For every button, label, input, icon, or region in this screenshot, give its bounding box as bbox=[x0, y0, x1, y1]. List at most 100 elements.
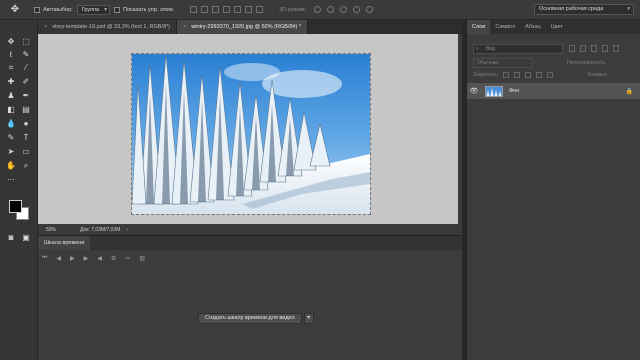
close-icon[interactable]: × bbox=[44, 24, 47, 30]
play-icon[interactable]: ▶ bbox=[70, 255, 75, 262]
drag3d-icon[interactable] bbox=[340, 6, 348, 13]
create-timeline-group: Создать шкалу времени для видео ▾ bbox=[198, 313, 314, 324]
align-top-icon[interactable] bbox=[223, 6, 231, 13]
scale3d-icon[interactable] bbox=[366, 6, 374, 13]
create-video-timeline-button[interactable]: Создать шкалу времени для видео bbox=[198, 313, 302, 324]
timeline-tab-bar: Шкала времени bbox=[38, 236, 462, 250]
autoselect-checkbox[interactable]: Автовыбор: bbox=[34, 6, 73, 13]
marquee-icon[interactable]: ⬚ bbox=[20, 36, 32, 47]
autoselect-dropdown[interactable]: Группа bbox=[76, 4, 111, 15]
transition-icon[interactable]: ▨ bbox=[139, 255, 145, 262]
chevron-down-icon[interactable]: ▾ bbox=[303, 313, 314, 324]
foreground-color-swatch[interactable] bbox=[9, 200, 22, 213]
rotate3d-icon[interactable] bbox=[314, 6, 322, 13]
lock-pixels-icon[interactable] bbox=[503, 72, 510, 78]
lock-artboard-icon[interactable] bbox=[536, 72, 543, 78]
zoom-level[interactable]: 50% bbox=[38, 227, 76, 233]
eye-icon[interactable]: 👁 bbox=[467, 87, 481, 95]
zoom-icon[interactable]: ⌕ bbox=[20, 160, 32, 171]
align-left-icon[interactable] bbox=[190, 6, 198, 13]
adjust-filter-icon[interactable] bbox=[580, 45, 586, 52]
type-filter-icon[interactable] bbox=[591, 45, 597, 52]
show-controls-checkbox[interactable]: Показать упр. элем. bbox=[114, 6, 175, 13]
document-image[interactable] bbox=[131, 53, 371, 215]
align-bottom-icon[interactable] bbox=[245, 6, 253, 13]
tab-wintry[interactable]: × wintry-2993370_1920.jpg @ 50% (RGB/8#)… bbox=[177, 20, 309, 34]
blur-icon[interactable]: 💧 bbox=[5, 118, 17, 129]
pen-icon[interactable]: ✎ bbox=[5, 132, 17, 143]
panel-tabs: Слои Символ Абзац Цвет bbox=[467, 20, 640, 34]
tab-layers[interactable]: Слои bbox=[467, 20, 491, 34]
vertical-scrollbar[interactable] bbox=[458, 34, 462, 224]
tab-story-template[interactable]: × story-template-18.psd @ 33,3% (text 1,… bbox=[38, 20, 177, 34]
filter-icons bbox=[569, 45, 619, 52]
close-icon[interactable]: × bbox=[183, 24, 186, 30]
gradient-icon[interactable]: ▤ bbox=[20, 104, 32, 115]
pixel-filter-icon[interactable] bbox=[569, 45, 575, 52]
align-center-icon[interactable] bbox=[201, 6, 209, 13]
canvas-area[interactable] bbox=[38, 34, 458, 224]
fill-label: Заливка: bbox=[587, 72, 608, 78]
layer-thumbnail bbox=[485, 85, 503, 97]
healing-icon[interactable]: ✚ bbox=[5, 76, 17, 87]
tab-label: story-template-18.psd @ 33,3% (text 1, R… bbox=[52, 24, 170, 30]
quick-select-icon[interactable]: ✎ bbox=[20, 49, 32, 60]
history-brush-icon[interactable]: ✒ bbox=[20, 90, 32, 101]
blend-mode-dropdown[interactable]: Обычные bbox=[473, 58, 533, 68]
lock-paint-icon[interactable] bbox=[514, 72, 521, 78]
split-icon[interactable]: ✂ bbox=[125, 255, 130, 262]
layer-row[interactable]: 👁 Фон 🔒 bbox=[467, 83, 640, 99]
workspace-dropdown[interactable]: Основная рабочая среда bbox=[534, 4, 634, 15]
document-tabs: × story-template-18.psd @ 33,3% (text 1,… bbox=[38, 20, 462, 34]
tab-paragraph[interactable]: Абзац bbox=[520, 20, 545, 34]
roll3d-icon[interactable] bbox=[327, 6, 335, 13]
hand-icon[interactable]: ✋ bbox=[5, 160, 17, 171]
slide3d-icon[interactable] bbox=[353, 6, 361, 13]
move-tool-icon[interactable]: ✥ bbox=[0, 4, 30, 15]
show-controls-check-box[interactable] bbox=[114, 6, 121, 13]
align-right-icon[interactable] bbox=[212, 6, 220, 13]
stamp-icon[interactable]: ♟ bbox=[5, 90, 17, 101]
autoselect-label: Автовыбор: bbox=[43, 6, 73, 13]
crop-icon[interactable]: ⌗ bbox=[5, 62, 17, 73]
status-menu-arrow-icon[interactable]: › bbox=[126, 227, 128, 233]
tab-label: wintry-2993370_1920.jpg @ 50% (RGB/8#) * bbox=[191, 24, 302, 30]
layers-panel: Слои Символ Абзац Цвет Вид Обычные Непро… bbox=[466, 20, 640, 360]
next-frame-icon[interactable]: ▶ bbox=[84, 255, 89, 262]
lock-all-icon[interactable] bbox=[547, 72, 554, 78]
edit-toolbar-icon[interactable]: ⋯ bbox=[5, 174, 17, 185]
shape-filter-icon[interactable] bbox=[602, 45, 608, 52]
type-icon[interactable]: T bbox=[20, 132, 32, 143]
lock-icon: 🔒 bbox=[625, 88, 633, 95]
layer-filter-dropdown[interactable]: Вид bbox=[473, 44, 563, 54]
first-frame-icon[interactable]: ⏮ bbox=[42, 255, 47, 262]
dodge-icon[interactable]: ● bbox=[20, 118, 32, 129]
show-controls-label: Показать упр. элем. bbox=[123, 6, 175, 13]
tab-character[interactable]: Символ bbox=[490, 20, 520, 34]
layer-name: Фон bbox=[509, 88, 520, 94]
mode3d-icons bbox=[314, 6, 374, 13]
path-select-icon[interactable]: ➤ bbox=[5, 146, 17, 157]
settings-icon[interactable]: ⚙ bbox=[111, 255, 116, 262]
lasso-icon[interactable]: ℓ bbox=[5, 49, 17, 60]
brush-icon[interactable]: ✐ bbox=[20, 76, 32, 87]
prev-frame-icon[interactable]: ◀ bbox=[56, 255, 61, 262]
eyedropper-icon[interactable]: ⁄ bbox=[20, 62, 32, 73]
shape-icon[interactable]: ▭ bbox=[20, 146, 32, 157]
audio-icon[interactable]: ◀ bbox=[97, 255, 102, 262]
align-middle-icon[interactable] bbox=[234, 6, 242, 13]
options-bar: ✥ Автовыбор: Группа Показать упр. элем. … bbox=[0, 0, 640, 20]
screen-mode-icon[interactable]: ▣ bbox=[20, 232, 32, 243]
winter-forest-image bbox=[132, 54, 370, 214]
distribute-icon[interactable] bbox=[256, 6, 264, 13]
eraser-icon[interactable]: ◧ bbox=[5, 104, 17, 115]
lock-move-icon[interactable] bbox=[525, 72, 532, 78]
lock-row: Закрепить: bbox=[473, 72, 554, 78]
tab-timeline[interactable]: Шкала времени bbox=[38, 236, 91, 250]
autoselect-check-box[interactable] bbox=[34, 6, 40, 13]
smart-filter-icon[interactable] bbox=[613, 45, 619, 52]
timeline-panel: Шкала времени ⏮ ◀ ▶ ▶ ◀ ⚙ ✂ ▨ Создать шк… bbox=[38, 235, 462, 360]
move-icon[interactable]: ✥ bbox=[5, 36, 17, 47]
quick-mask-icon[interactable]: ◙ bbox=[5, 232, 17, 243]
tab-color[interactable]: Цвет bbox=[546, 20, 568, 34]
